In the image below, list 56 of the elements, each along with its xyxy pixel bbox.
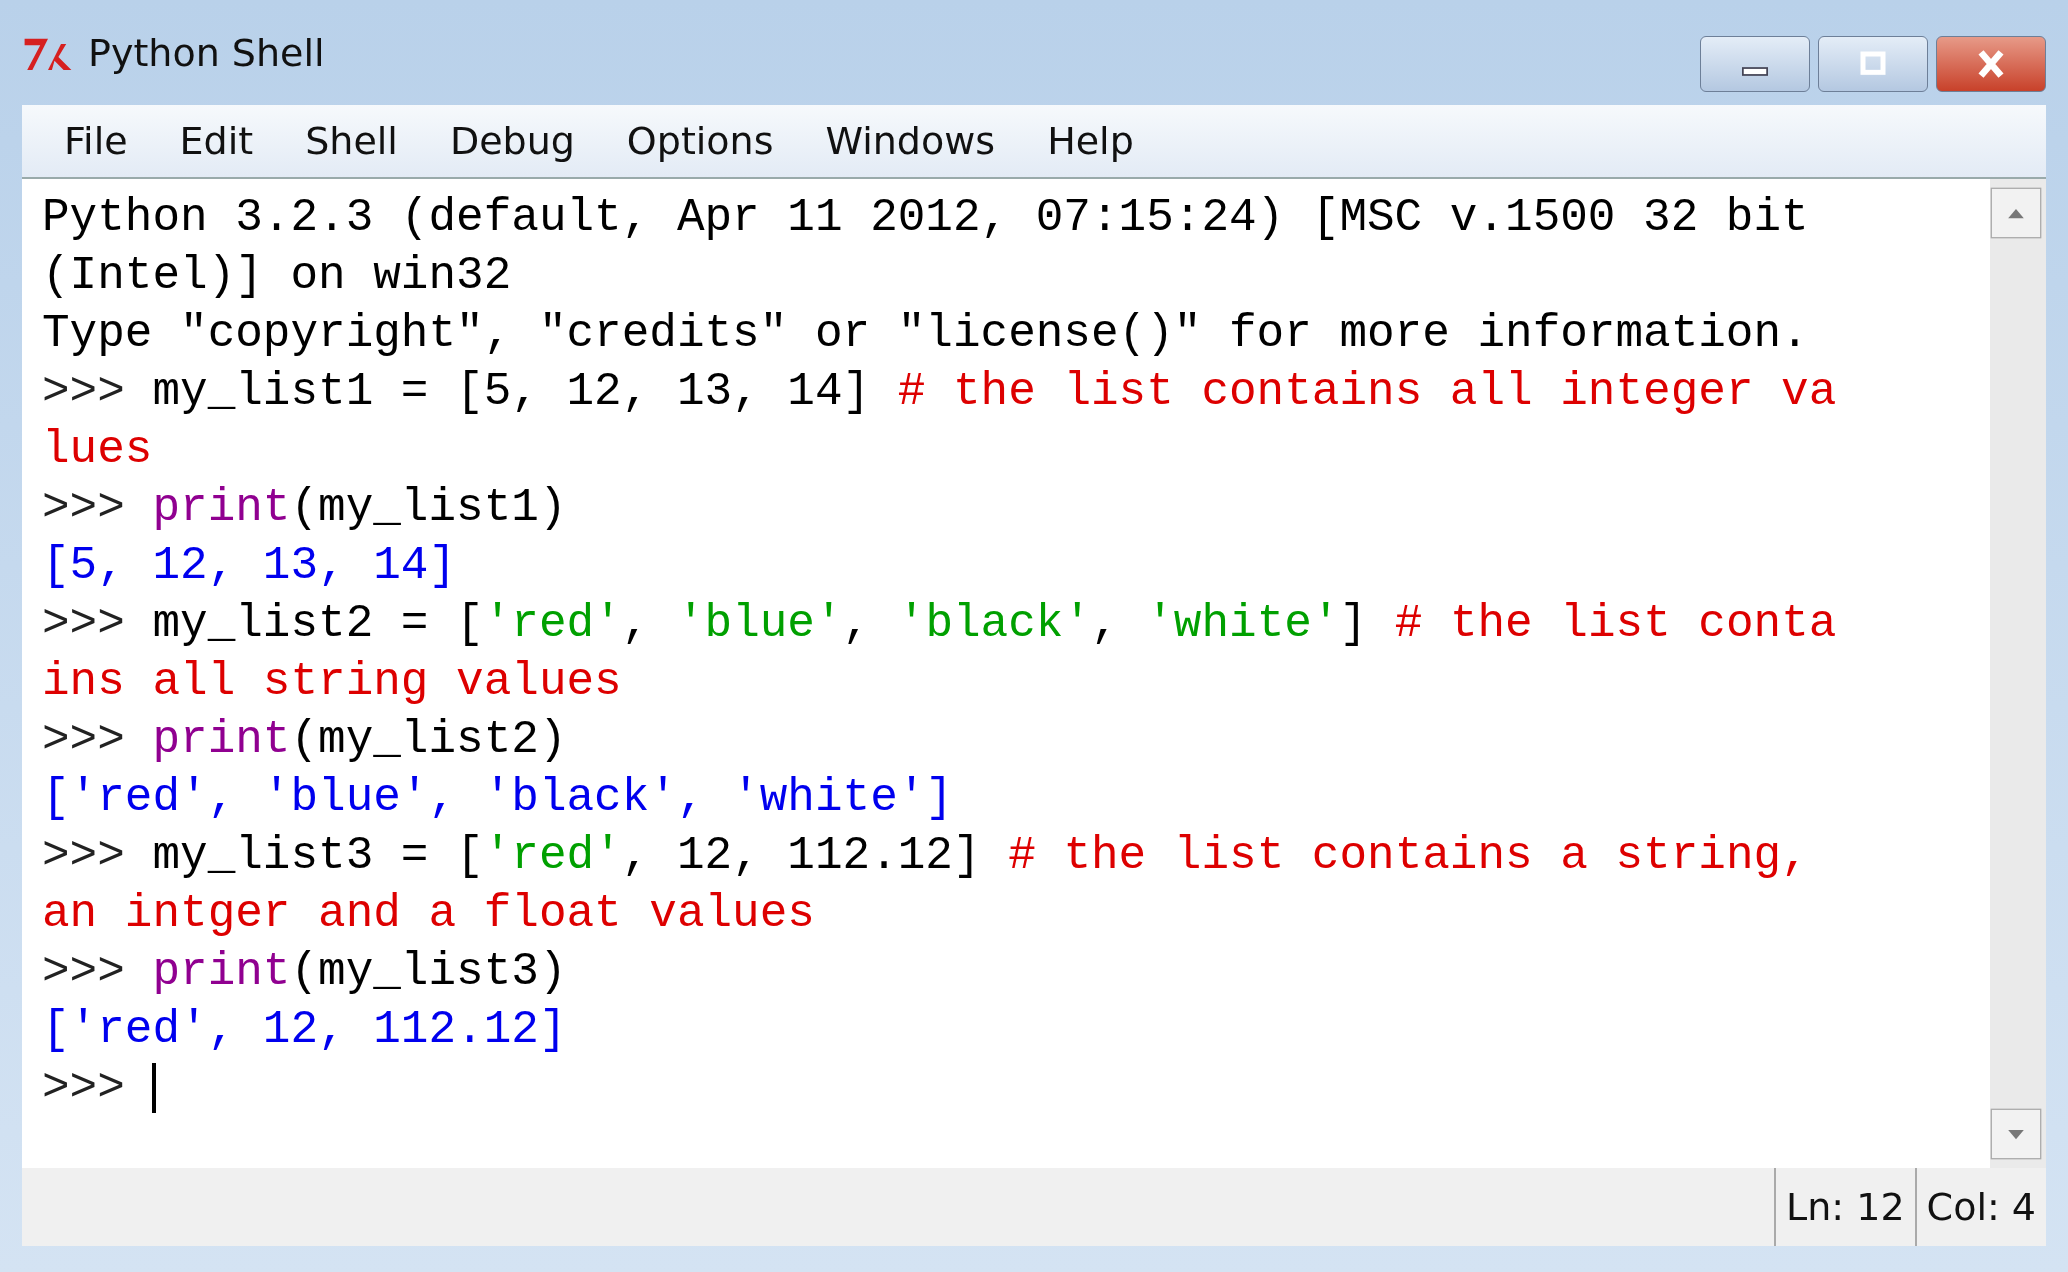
code-text: # the list contains a string, xyxy=(1008,830,1809,882)
column-number-status: Col: 4 xyxy=(1914,1168,2046,1246)
scroll-up-icon[interactable] xyxy=(1990,187,2042,239)
code-text: my_list3 = [ xyxy=(152,830,484,882)
code-text: >>> xyxy=(42,1062,126,1114)
code-text: ins all string values xyxy=(42,656,622,708)
code-text: >>> xyxy=(42,482,126,534)
code-text: ] xyxy=(1339,598,1369,650)
minimize-icon xyxy=(1742,66,1768,76)
code-text: (Intel)] on win32 xyxy=(42,250,512,302)
code-text: ['red', 12, 112.12] xyxy=(42,1004,567,1056)
code-text: my_list2 = [ xyxy=(152,598,484,650)
vertical-scrollbar[interactable] xyxy=(1990,179,2046,1168)
code-text: print xyxy=(152,946,291,998)
code-text: 'red' xyxy=(483,830,622,882)
text-cursor xyxy=(152,1062,157,1113)
code-text: >>> xyxy=(42,946,126,998)
code-text: 'black' xyxy=(897,598,1092,650)
menu-item[interactable]: File xyxy=(42,119,150,163)
minimize-button[interactable] xyxy=(1700,36,1810,92)
menu-item[interactable]: Help xyxy=(1025,119,1156,163)
code-text: [5, 12, 13, 14] xyxy=(42,540,457,592)
code-text: >>> xyxy=(42,366,126,418)
code-text: , 12, 112.12] xyxy=(621,830,982,882)
code-text: Type "copyright", "credits" or "license()" for more information. xyxy=(42,308,1809,360)
code-text: my_list1 = [5, 12, 13, 14] xyxy=(152,366,872,418)
scroll-down-icon[interactable] xyxy=(1990,1108,2042,1160)
code-text: print xyxy=(152,714,291,766)
code-text: >>> xyxy=(42,598,126,650)
menu-item[interactable]: Debug xyxy=(427,119,597,163)
close-button[interactable] xyxy=(1936,36,2046,92)
code-text: an intger and a float values xyxy=(42,888,815,940)
maximize-button[interactable] xyxy=(1818,36,1928,92)
code-text: (my_list2) xyxy=(290,714,567,766)
code-text: , xyxy=(1091,598,1120,650)
code-text: (my_list1) xyxy=(290,482,567,534)
code-text: lues xyxy=(42,424,153,476)
code-text: >>> xyxy=(42,714,126,766)
menu-item[interactable]: Options xyxy=(604,119,796,163)
menu-item[interactable]: Edit xyxy=(157,119,276,163)
code-text: 'red' xyxy=(483,598,622,650)
code-text: 'blue' xyxy=(676,598,843,650)
code-text: # the list contains all integer va xyxy=(897,366,1837,418)
line-number-status: Ln: 12 xyxy=(1774,1168,1915,1246)
code-text: 'white' xyxy=(1146,598,1340,650)
window-title: Python Shell xyxy=(88,30,325,75)
code-text: >>> xyxy=(42,830,126,882)
code-text: print xyxy=(152,482,291,534)
code-text: , xyxy=(621,598,651,650)
menu-item[interactable]: Shell xyxy=(283,119,420,163)
code-text: , xyxy=(842,598,872,650)
code-text: ['red', 'blue', 'black', 'white'] xyxy=(42,772,953,824)
menu-item[interactable]: Windows xyxy=(803,119,1018,163)
code-text: (my_list3) xyxy=(290,946,567,998)
code-text: Python 3.2.3 (default, Apr 11 2012, 07:15:24) [MSC v.1500 32 bit xyxy=(42,192,1809,244)
code-text: # the list conta xyxy=(1394,598,1837,650)
